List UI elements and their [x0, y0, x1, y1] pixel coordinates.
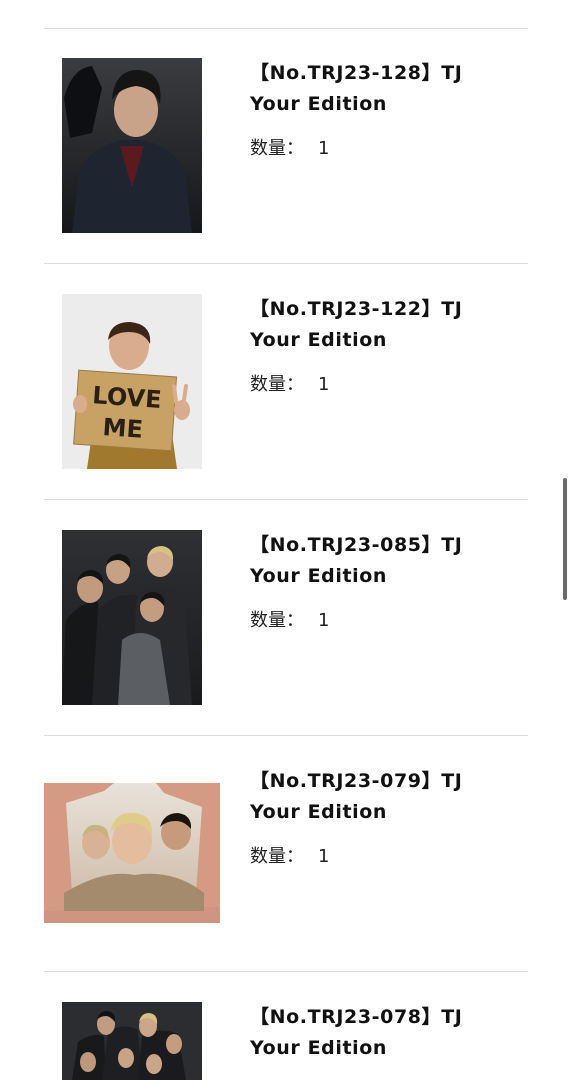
product-image[interactable]: LOVE ME — [62, 294, 202, 469]
item-title-line2: Your Edition — [250, 1037, 388, 1059]
quantity-value: 1 — [318, 374, 330, 395]
item-title[interactable]: 【No.TRJ23-122】TJ Your Edition — [250, 294, 520, 356]
quantity-value: 1 — [318, 138, 330, 159]
sign-text-line2: ME — [102, 413, 144, 444]
item-title[interactable]: 【No.TRJ23-078】TJ Your Edition — [250, 1002, 520, 1064]
sign-text-line1: LOVE — [92, 381, 163, 414]
product-image[interactable] — [62, 58, 202, 233]
product-image[interactable] — [62, 530, 202, 705]
item-title-line2: Your Edition — [250, 329, 388, 351]
item-quantity: 数量： 1 — [250, 610, 329, 632]
item-title-line1: 【No.TRJ23-078】TJ — [250, 1006, 463, 1028]
quantity-label: 数量： — [250, 846, 304, 867]
photo-group-landscape-icon — [44, 783, 220, 923]
item-divider — [44, 263, 528, 264]
photo-single-dark-icon — [62, 58, 202, 233]
item-title[interactable]: 【No.TRJ23-128】TJ Your Edition — [250, 58, 520, 120]
product-image[interactable] — [62, 1002, 202, 1080]
photo-love-me-sign-icon: LOVE ME — [62, 294, 202, 469]
item-title[interactable]: 【No.TRJ23-079】TJ Your Edition — [250, 766, 520, 828]
item-title-line1: 【No.TRJ23-122】TJ — [250, 298, 463, 320]
item-title-line1: 【No.TRJ23-128】TJ — [250, 62, 463, 84]
quantity-label: 数量： — [250, 610, 304, 631]
item-divider — [44, 499, 528, 500]
vertical-scrollbar[interactable] — [563, 478, 567, 600]
item-divider — [44, 28, 528, 29]
quantity-label: 数量： — [250, 374, 304, 395]
item-title-line1: 【No.TRJ23-079】TJ — [250, 770, 463, 792]
photo-group-partial-icon — [62, 1002, 202, 1080]
quantity-value: 1 — [318, 610, 330, 631]
item-quantity: 数量： 1 — [250, 138, 329, 160]
quantity-value: 1 — [318, 846, 330, 867]
item-divider — [44, 735, 528, 736]
item-title-line2: Your Edition — [250, 93, 388, 115]
quantity-label: 数量： — [250, 138, 304, 159]
item-title-line2: Your Edition — [250, 801, 388, 823]
item-title-line1: 【No.TRJ23-085】TJ — [250, 534, 463, 556]
item-title-line2: Your Edition — [250, 565, 388, 587]
item-title[interactable]: 【No.TRJ23-085】TJ Your Edition — [250, 530, 520, 592]
item-divider — [44, 971, 528, 972]
product-image[interactable] — [44, 783, 220, 923]
item-quantity: 数量： 1 — [250, 374, 329, 396]
photo-group-dark-icon — [62, 530, 202, 705]
item-quantity: 数量： 1 — [250, 846, 329, 868]
